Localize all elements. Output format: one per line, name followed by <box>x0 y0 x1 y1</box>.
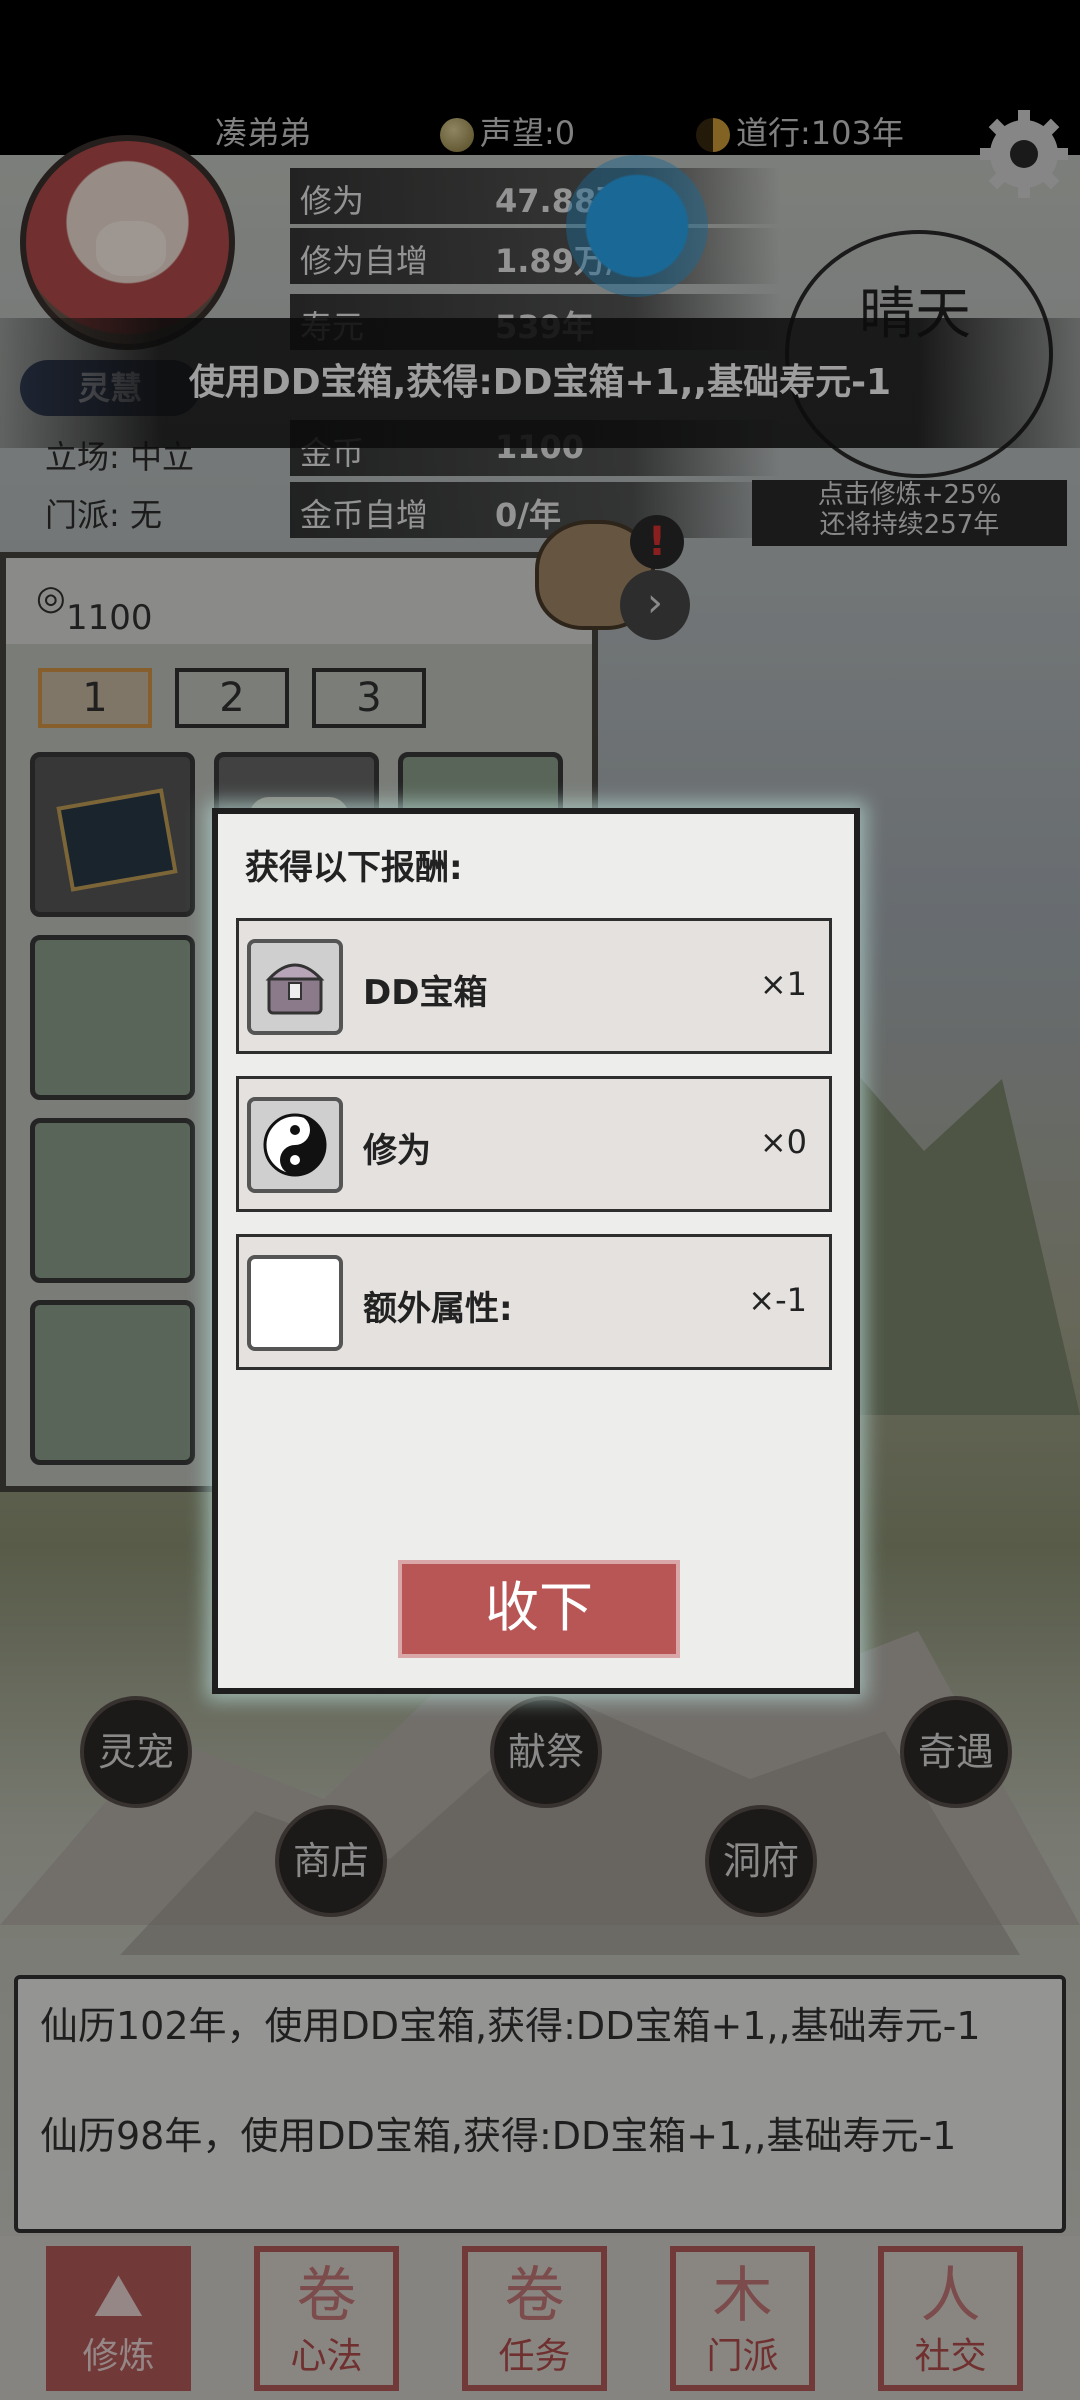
reward-name: DD宝箱 <box>363 973 488 1013</box>
reward-qty: ×-1 <box>748 1281 807 1319</box>
reward-item: DD宝箱 ×1 <box>236 918 832 1054</box>
treasure-chest-icon <box>247 939 343 1035</box>
dialog-title: 获得以下报酬: <box>245 848 463 888</box>
reward-item: 修为 ×0 <box>236 1076 832 1212</box>
reward-qty: ×0 <box>759 1123 807 1161</box>
accept-button[interactable]: 收下 <box>398 1560 680 1658</box>
reward-item: 额外属性: ×-1 <box>236 1234 832 1370</box>
reward-qty: ×1 <box>759 965 807 1003</box>
yin-yang-icon <box>247 1097 343 1193</box>
blank-icon <box>247 1255 343 1351</box>
reward-name: 额外属性: <box>363 1289 513 1329</box>
reward-name: 修为 <box>363 1131 431 1171</box>
